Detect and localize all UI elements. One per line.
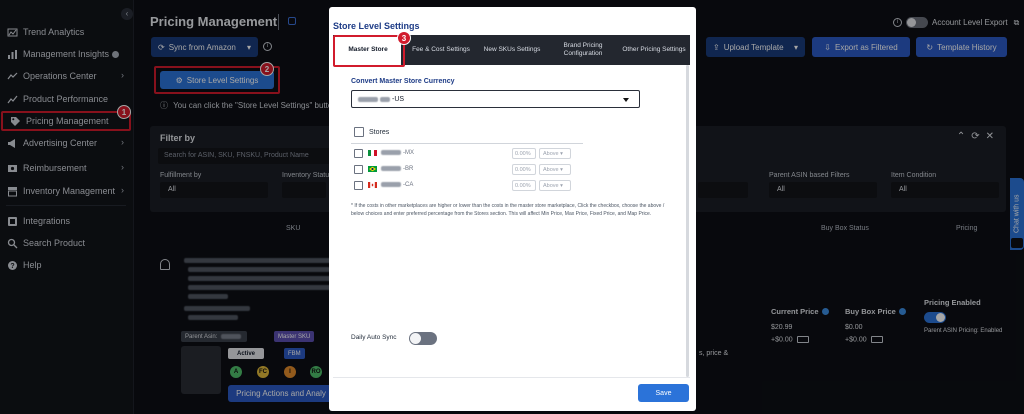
- store-direction-value: Above: [543, 151, 559, 157]
- store-percentage-input[interactable]: 0.00%: [512, 180, 536, 191]
- modal-footer-divider: [333, 377, 690, 378]
- store-percentage-input[interactable]: 0.00%: [512, 148, 536, 159]
- step-3-badge: 3: [397, 31, 411, 45]
- tab-brand-pricing-configuration[interactable]: Brand Pricing Configuration: [547, 35, 619, 65]
- store-row: -CA 0.00% Above ▾: [351, 180, 583, 192]
- caret-down-icon: [623, 98, 629, 102]
- daily-auto-sync-label: Daily Auto Sync: [351, 334, 397, 341]
- save-button[interactable]: Save: [638, 384, 689, 402]
- daily-auto-sync-toggle[interactable]: [409, 332, 437, 345]
- stores-select-all-checkbox[interactable]: [354, 127, 364, 137]
- masked-store-name: [358, 96, 378, 102]
- currency-select[interactable]: -US: [351, 90, 640, 108]
- masked-store-name: [381, 150, 401, 155]
- tab-fee-cost-settings[interactable]: Fee & Cost Settings: [405, 35, 477, 65]
- store-row: -MX 0.00% Above ▾: [351, 148, 583, 160]
- store-direction-value: Above: [543, 167, 559, 173]
- store-suffix: -CA: [403, 182, 414, 189]
- store-suffix: -MX: [403, 150, 414, 157]
- store-suffix: -BR: [403, 166, 414, 173]
- store-direction-select[interactable]: Above ▾: [539, 164, 571, 175]
- modal-scrollbar[interactable]: [686, 65, 689, 377]
- tab-other-pricing-settings[interactable]: Other Pricing Settings: [619, 35, 689, 65]
- store-percentage-input[interactable]: 0.00%: [512, 164, 536, 175]
- store-checkbox[interactable]: [354, 165, 363, 174]
- stores-divider: [351, 143, 583, 144]
- store-direction-value: Above: [543, 183, 559, 189]
- stores-header: Stores: [369, 129, 390, 136]
- masked-store-name: [381, 166, 401, 171]
- mexico-flag-icon: [368, 150, 377, 156]
- master-store-highlight: [333, 35, 405, 67]
- stores-footnote: * If the costs in other marketplaces are…: [351, 203, 665, 217]
- store-direction-select[interactable]: Above ▾: [539, 180, 571, 191]
- tab-new-skus-settings[interactable]: New SKUs Settings: [477, 35, 547, 65]
- currency-select-value: -US: [392, 95, 405, 103]
- store-checkbox[interactable]: [354, 149, 363, 158]
- masked-store-name: [381, 182, 401, 187]
- store-level-settings-modal: Store Level Settings Master Store Fee & …: [329, 7, 696, 411]
- brazil-flag-icon: [368, 166, 377, 172]
- store-row: -BR 0.00% Above ▾: [351, 164, 583, 176]
- masked-store-name: [380, 96, 390, 102]
- convert-currency-label: Convert Master Store Currency: [351, 78, 455, 85]
- canada-flag-icon: [368, 182, 377, 188]
- store-checkbox[interactable]: [354, 181, 363, 190]
- modal-title: Store Level Settings: [333, 21, 420, 31]
- store-direction-select[interactable]: Above ▾: [539, 148, 571, 159]
